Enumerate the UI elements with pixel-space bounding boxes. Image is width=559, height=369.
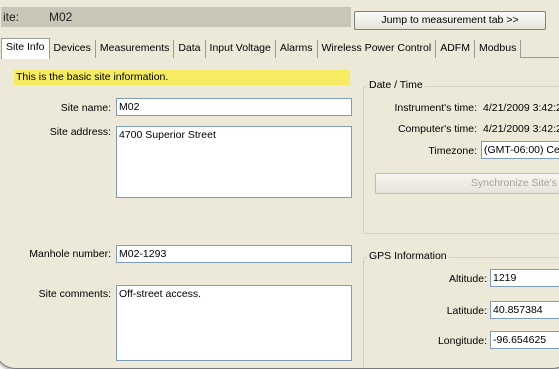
- latitude-field[interactable]: 40.857384: [490, 301, 559, 319]
- site-label: ite:: [3, 10, 20, 24]
- site-name-label: Site name:: [60, 102, 111, 114]
- tab-strip: Site Info Devices Measurements Data Inpu…: [1, 38, 522, 59]
- altitude-field[interactable]: 1219: [490, 269, 559, 287]
- latitude-label: Latitude:: [446, 305, 487, 317]
- site-value: M02: [49, 10, 73, 24]
- tab-modbus[interactable]: Modbus: [474, 40, 522, 58]
- info-banner: This is the basic site information.: [14, 70, 350, 85]
- synchronize-time-button[interactable]: Synchronize Site's Ti: [375, 173, 559, 194]
- tab-adfm[interactable]: ADFM: [436, 40, 475, 58]
- site-address-label: Site address:: [49, 126, 111, 138]
- tab-input-voltage[interactable]: Input Voltage: [205, 40, 276, 58]
- datetime-group-title: Date / Time: [367, 79, 425, 91]
- site-name-field[interactable]: M02: [116, 98, 352, 116]
- tab-wireless-power-control[interactable]: Wireless Power Control: [317, 40, 437, 58]
- site-comments-label: Site comments:: [38, 288, 111, 300]
- computer-time-value: 4/21/2009 3:42:27: [483, 123, 559, 135]
- tab-data[interactable]: Data: [174, 40, 206, 58]
- timezone-select[interactable]: (GMT-06:00) Cent: [481, 141, 559, 159]
- tab-alarms[interactable]: Alarms: [275, 40, 318, 58]
- tab-site-info[interactable]: Site Info: [1, 38, 50, 59]
- tab-devices[interactable]: Devices: [49, 40, 96, 58]
- computer-time-label: Computer's time:: [397, 123, 477, 135]
- timezone-label: Timezone:: [428, 145, 477, 157]
- manhole-number-label: Manhole number:: [29, 248, 111, 260]
- tab-measurements[interactable]: Measurements: [95, 40, 175, 58]
- site-comments-field[interactable]: Off-street access.: [116, 285, 352, 361]
- instrument-time-label: Instrument's time:: [394, 102, 477, 114]
- altitude-label: Altitude:: [449, 273, 487, 285]
- app-window: ite: M02 Jump to measurement tab >> Site…: [0, 0, 559, 369]
- site-address-field[interactable]: 4700 Superior Street: [116, 126, 352, 198]
- gps-group-title: GPS Information: [367, 250, 449, 262]
- site-bar: ite: M02: [1, 7, 351, 27]
- longitude-field[interactable]: -96.654625: [490, 331, 559, 349]
- instrument-time-value: 4/21/2009 3:42:27: [483, 102, 559, 114]
- manhole-number-field[interactable]: M02-1293: [116, 245, 352, 263]
- longitude-label: Longitude:: [437, 335, 487, 347]
- jump-to-measurement-button[interactable]: Jump to measurement tab >>: [354, 11, 546, 30]
